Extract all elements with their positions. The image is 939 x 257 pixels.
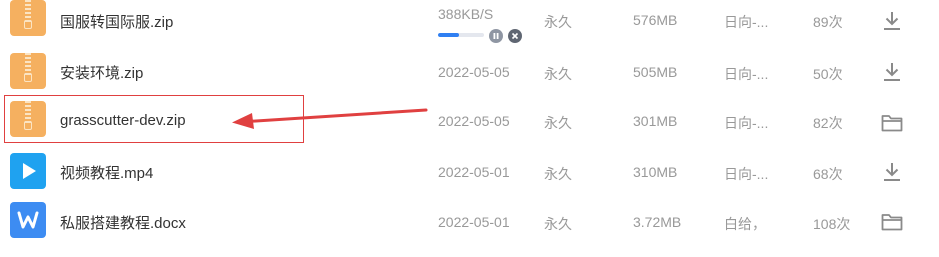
- file-row[interactable]: 视频教程.mp4 2022-05-01 永久 310MB 日向-... 68次: [0, 148, 939, 196]
- file-size: 301MB: [633, 113, 678, 129]
- download-icon[interactable]: [880, 9, 904, 33]
- shared-to: 日向-...: [724, 115, 769, 131]
- upload-date: 2022-05-05: [438, 113, 510, 129]
- upload-date: 2022-05-01: [438, 214, 510, 230]
- file-row[interactable]: 私服搭建教程.docx 2022-05-01 永久 3.72MB 白给， 108…: [0, 197, 939, 245]
- shared-to: 日向-...: [724, 66, 769, 82]
- zip-file-icon: [10, 53, 46, 89]
- upload-date: 2022-05-01: [438, 164, 510, 180]
- download-speed: 388KB/S: [438, 6, 494, 22]
- download-progress-fill: [438, 33, 459, 37]
- download-count: 68次: [813, 166, 843, 182]
- file-name[interactable]: 私服搭建教程.docx: [60, 212, 186, 233]
- file-size: 3.72MB: [633, 214, 682, 230]
- upload-date: 2022-05-05: [438, 64, 510, 80]
- file-row[interactable]: 安装环境.zip 2022-05-05 永久 505MB 日向-... 50次: [0, 48, 939, 96]
- file-size: 310MB: [633, 164, 678, 180]
- permission: 永久: [544, 166, 572, 182]
- download-count: 82次: [813, 115, 843, 131]
- shared-to: 日向-...: [724, 14, 769, 30]
- download-count: 89次: [813, 14, 843, 30]
- cancel-icon[interactable]: [508, 29, 522, 43]
- download-count: 108次: [813, 216, 851, 232]
- zip-file-icon: [10, 0, 46, 36]
- shared-to: 白给，: [724, 216, 766, 232]
- file-name[interactable]: 视频教程.mp4: [60, 162, 153, 183]
- folder-icon[interactable]: [880, 210, 904, 234]
- file-name[interactable]: 国服转国际服.zip: [60, 11, 173, 32]
- folder-icon[interactable]: [880, 111, 904, 135]
- download-progress-bar: [438, 33, 484, 37]
- word-document-icon: [10, 202, 46, 238]
- pause-icon[interactable]: [489, 29, 503, 43]
- download-icon[interactable]: [880, 160, 904, 184]
- download-count: 50次: [813, 66, 843, 82]
- video-file-icon: [10, 153, 46, 189]
- file-name[interactable]: 安装环境.zip: [60, 62, 143, 83]
- annotation-arrow-icon: [232, 108, 428, 129]
- file-size: 576MB: [633, 12, 678, 28]
- permission: 永久: [544, 14, 572, 30]
- file-row[interactable]: 国服转国际服.zip 388KB/S 永久 576MB 日向-... 89次: [0, 0, 939, 48]
- permission: 永久: [544, 216, 572, 232]
- shared-to: 日向-...: [724, 166, 769, 182]
- permission: 永久: [544, 66, 572, 82]
- file-size: 505MB: [633, 64, 678, 80]
- permission: 永久: [544, 115, 572, 131]
- download-icon[interactable]: [880, 60, 904, 84]
